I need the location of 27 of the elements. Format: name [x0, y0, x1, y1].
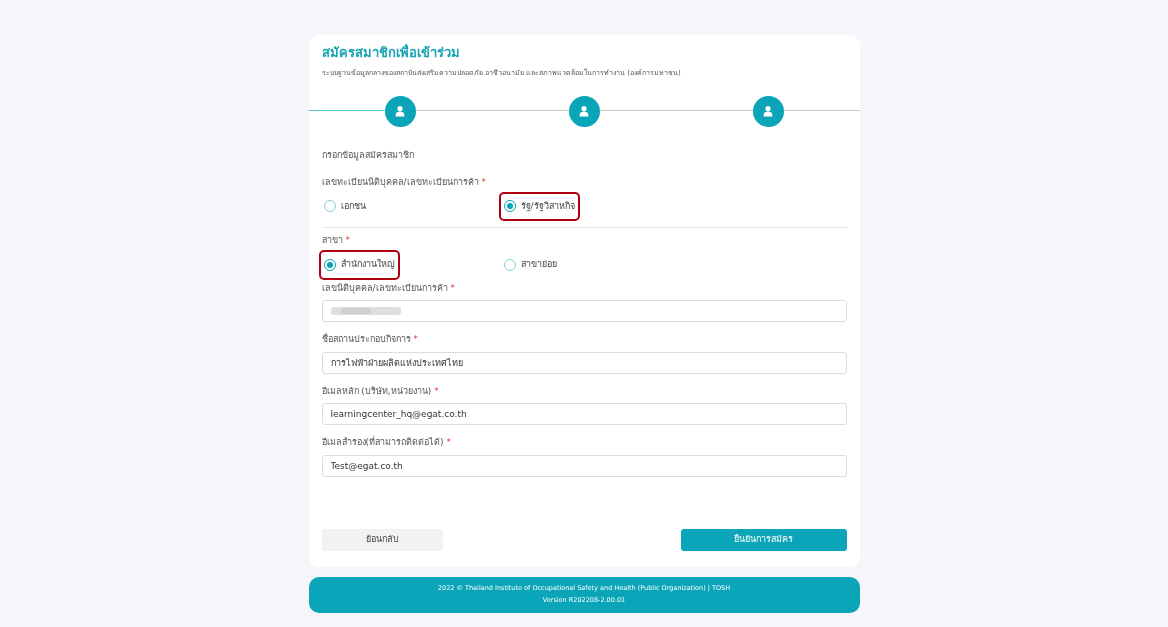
field-label: อีเมลหลัก (บริษัท,หน่วยงาน)	[321, 384, 432, 398]
input-field[interactable]: learningcenter_hq@egat.co.th	[321, 403, 847, 425]
radio-option[interactable]: สาขาย่อย	[498, 250, 562, 280]
back-button[interactable]: ย้อนกลับ	[321, 528, 443, 551]
required-mark: *	[446, 436, 452, 449]
required-mark: *	[481, 175, 487, 188]
field-label: สาขา	[321, 234, 343, 246]
page-title: สมัครสมาชิกเพื่อเข้าร่วม	[321, 43, 461, 62]
required-mark: *	[434, 384, 439, 398]
field-label: เลขนิติบุคคล/เลขทะเบียนการค้า	[321, 281, 448, 295]
redacted-value-drawing	[330, 306, 401, 316]
required-mark: *	[450, 281, 456, 295]
section-title: กรอกข้อมูลสมัครสมาชิก	[321, 149, 415, 163]
input-field[interactable]: Test@egat.co.th	[321, 454, 847, 477]
field-label: ชื่อสถานประกอบกิจการ	[321, 333, 411, 346]
required-mark: *	[413, 333, 418, 346]
radio-option[interactable]: เอกชน	[318, 191, 371, 221]
radio-option[interactable]: สำนักงานใหญ่	[318, 250, 400, 280]
user-icon	[394, 105, 406, 117]
user-icon	[578, 105, 590, 117]
field-label: อีเมลสำรอง(ที่สามารถติดต่อได้)	[321, 436, 444, 449]
input-field[interactable]: การไฟฟ้าฝ่ายผลิตแห่งประเทศไทย	[321, 351, 847, 374]
radio-option[interactable]: รัฐ/รัฐวิสาหกิจ	[498, 191, 580, 221]
field-label: เลขทะเบียนนิติบุคคล/เลขทะเบียนการค้า	[321, 175, 479, 188]
user-icon	[762, 105, 774, 117]
input-field[interactable]	[321, 300, 847, 322]
required-mark: *	[345, 234, 350, 246]
